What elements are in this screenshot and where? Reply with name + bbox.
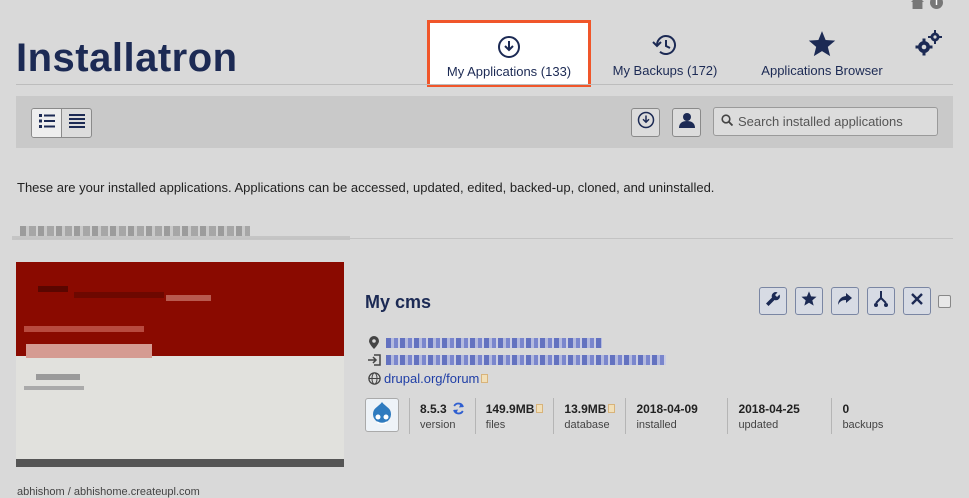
forum-row: drupal.org/forum [367,371,489,386]
header-divider [16,84,953,85]
location-row [367,336,602,349]
user-filter-button[interactable] [672,108,701,137]
search-box [713,107,938,136]
stat-value: 2018-04-25 [738,401,800,416]
favorite-button[interactable] [795,287,823,315]
star-icon [808,28,836,58]
top-icons: i [911,0,943,9]
stat-version: 8.5.3 version [409,398,475,434]
share-arrow-icon [837,291,853,312]
stat-label: backups [842,418,884,431]
view-mode-toggle [31,108,92,138]
stat-updated: 2018-04-25 updated [727,398,831,434]
view-compact-button[interactable] [61,109,91,137]
stat-value: 0 [842,401,850,416]
copy-icon[interactable] [481,374,489,383]
stat-installed: 2018-04-09 installed [625,398,727,434]
stat-label: installed [636,418,677,431]
view-detailed-button[interactable] [32,109,61,137]
admin-login-row [367,354,666,366]
app-screenshot-thumbnail[interactable] [16,262,344,467]
tab-my-backups[interactable]: My Backups (172) [605,22,725,84]
globe-icon [367,372,381,385]
toolbar [16,96,953,148]
history-icon [651,28,679,58]
stat-label: files [485,418,506,431]
tab-label: My Backups (172) [612,63,718,78]
tab-applications-browser[interactable]: Applications Browser [752,22,892,84]
wrench-icon [765,291,781,312]
stat-backups: 0 backups [831,398,893,434]
clone-button[interactable] [867,287,895,315]
redacted-account-line [20,226,250,236]
update-refresh-icon[interactable] [452,402,465,415]
drupal-logo-icon [365,398,399,432]
tab-label: Applications Browser [761,63,883,78]
stat-database: 13.9MB database [553,398,625,434]
copy-icon[interactable] [536,404,544,413]
gears-icon[interactable] [915,30,943,61]
download-circle-icon [637,111,655,134]
user-icon [678,111,696,134]
edit-button[interactable] [759,287,787,315]
stat-label: version [420,418,456,431]
uninstall-button[interactable] [903,287,931,315]
stat-files: 149.9MB files [474,398,554,434]
stat-label: updated [738,418,779,431]
stat-label: database [564,418,610,431]
info-icon[interactable]: i [930,0,943,9]
select-checkbox[interactable] [938,295,951,308]
redacted-admin-url[interactable] [386,355,666,365]
search-input[interactable] [738,114,928,129]
installatron-logo: Installatron [16,36,238,80]
section-divider [16,238,953,239]
download-circle-icon [497,29,521,59]
tab-my-applications[interactable]: My Applications (133) [427,20,591,87]
forum-link[interactable]: drupal.org/forum [384,371,479,386]
install-button[interactable] [631,108,660,137]
list-compact-icon [68,113,85,133]
star-icon [801,290,817,312]
stat-value: 149.9MB [485,401,535,416]
home-icon[interactable] [911,0,924,9]
fork-icon [873,290,889,313]
stat-value: 8.5.3 [420,401,447,416]
redacted-app-url[interactable] [386,337,602,348]
tab-label: My Applications (133) [446,64,572,79]
stat-value: 13.9MB [564,401,607,416]
map-marker-icon [367,336,381,349]
search-icon [721,113,734,131]
app-title[interactable]: My cms [365,292,431,313]
stat-value: 2018-04-09 [636,401,698,416]
share-button[interactable] [831,287,859,315]
app-stats: 8.5.3 version 149.9MB files 13.9MB datab… [365,398,893,434]
login-icon [367,354,381,366]
copy-icon[interactable] [608,404,616,413]
account-domain-text: abhishom / abhishome.createupl.com [17,486,200,498]
close-icon [910,292,924,311]
list-detail-icon [38,113,55,133]
intro-text: These are your installed applications. A… [17,180,715,195]
